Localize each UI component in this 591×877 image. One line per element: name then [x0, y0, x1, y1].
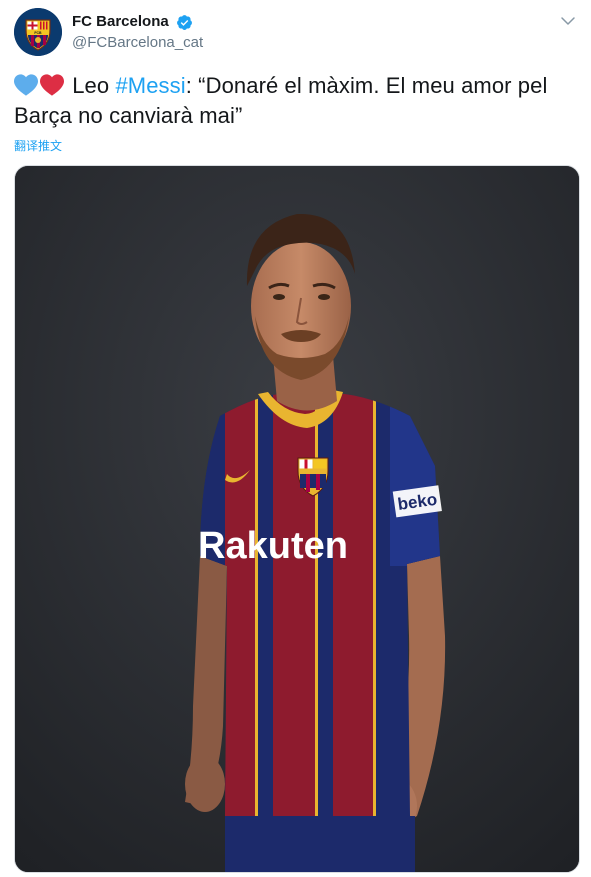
jersey-sponsor-text: Rakuten [198, 525, 348, 567]
handle[interactable]: @FCBarcelona_cat [72, 33, 203, 53]
svg-text:FCB: FCB [34, 31, 42, 35]
tweet-text-intro: Leo [72, 73, 116, 98]
tweet-author: FC Barcelona @FCBarcelona_cat [72, 12, 203, 53]
player-portrait-image: Rakuten beko [15, 166, 579, 872]
tweet-photo[interactable]: Rakuten beko [14, 165, 580, 873]
blue-heart-icon [14, 74, 38, 96]
tweet-card: FCB FC Barcelona @FCBarcelona_cat Leo #M [0, 0, 591, 877]
verified-badge-icon [177, 14, 193, 30]
tweet-text: Leo #Messi: “Donaré el màxim. El meu amo… [14, 71, 584, 131]
display-name[interactable]: FC Barcelona [72, 12, 169, 32]
chevron-down-icon[interactable] [559, 12, 577, 30]
red-heart-icon [40, 74, 64, 96]
translate-tweet-link[interactable]: 翻译推文 [14, 137, 62, 154]
avatar[interactable]: FCB [14, 8, 62, 56]
hashtag-link[interactable]: #Messi [115, 73, 185, 98]
fc-barcelona-crest-icon: FCB [14, 8, 62, 56]
